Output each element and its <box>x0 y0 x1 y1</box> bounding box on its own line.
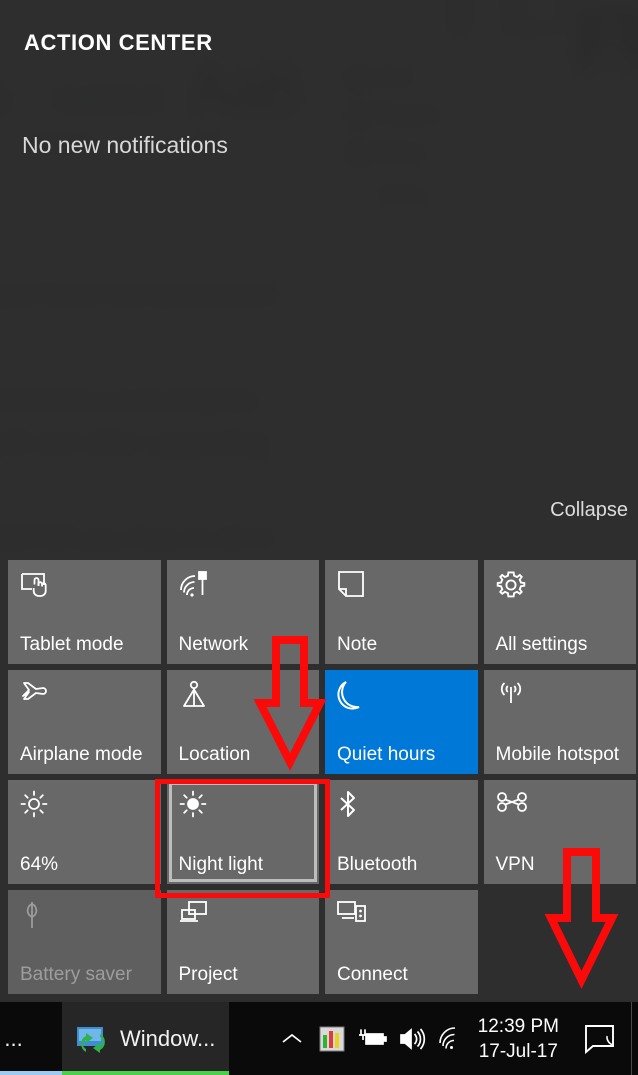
taskbar-item-windows-update[interactable]: Window... <box>62 1002 230 1075</box>
taskbar-item-underline <box>0 1071 62 1075</box>
equalizer-icon[interactable] <box>312 1002 352 1075</box>
taskbar-item-label: Window... <box>120 1025 216 1051</box>
quick-action-label: Connect <box>337 964 408 985</box>
quick-action-label: Quiet hours <box>337 744 436 765</box>
brightness-icon <box>20 790 151 824</box>
quick-action-project[interactable]: Project <box>166 890 319 994</box>
quick-action-label: Location <box>178 744 251 765</box>
quick-action-label: VPN <box>495 854 535 875</box>
clock[interactable]: 12:39 PM 17-Jul-17 <box>472 1002 571 1075</box>
screen: Sign in bCc AaBbCcC ng 1 Heading 2 Title… <box>0 0 638 1075</box>
quick-action-label: Project <box>178 964 238 985</box>
quick-action-label: Mobile hotspot <box>495 744 620 765</box>
vpn-icon <box>496 790 627 824</box>
show-desktop-button[interactable] <box>631 1002 638 1075</box>
location-person-icon <box>179 680 310 714</box>
quick-action-label: Bluetooth <box>337 854 418 875</box>
taskbar-item-label: o ... <box>0 1025 23 1051</box>
gear-icon <box>496 570 627 604</box>
quick-action-mobile-hotspot[interactable]: Mobile hotspot <box>483 670 636 774</box>
taskbar-item-0[interactable]: o ... <box>0 1002 62 1075</box>
quick-action-note[interactable]: Note <box>325 560 478 664</box>
night-light-icon <box>179 790 310 824</box>
quick-action-all-settings[interactable]: All settings <box>483 560 636 664</box>
no-notifications-message: No new notifications <box>22 132 228 158</box>
moon-icon <box>337 680 468 714</box>
chevron-up-icon[interactable] <box>272 1002 312 1075</box>
clock-time: 12:39 PM <box>477 1015 559 1037</box>
airplane-icon <box>20 680 151 714</box>
quick-action-label: 64% <box>20 854 59 875</box>
quick-action-label: Airplane mode <box>20 744 143 765</box>
leaf-battery-icon <box>20 900 151 934</box>
bluetooth-icon <box>337 790 468 824</box>
taskbar-item-underline <box>62 1071 230 1075</box>
tablet-mode-icon <box>20 570 151 604</box>
quick-action-airplane-mode[interactable]: Airplane mode <box>8 670 161 774</box>
action-center-panel: ACTION CENTER No new notifications Colla… <box>0 0 638 1002</box>
taskbar: o ... Window... <box>0 1002 638 1075</box>
quick-action-vpn[interactable]: VPN <box>483 780 636 884</box>
quick-action-brightness[interactable]: 64% <box>8 780 161 884</box>
quick-actions-grid: Tablet mode Network Note All settings Ai… <box>8 560 636 994</box>
system-tray: 12:39 PM 17-Jul-17 <box>272 1002 638 1075</box>
wifi-icon[interactable] <box>432 1002 472 1075</box>
project-screens-icon <box>179 900 310 934</box>
windows-update-icon <box>76 1025 110 1053</box>
quick-action-label: Night light <box>178 854 264 875</box>
volume-icon[interactable] <box>392 1002 432 1075</box>
page-title: ACTION CENTER <box>24 30 213 55</box>
quick-action-tablet-mode[interactable]: Tablet mode <box>8 560 161 664</box>
quick-action-label: Battery saver <box>20 964 132 985</box>
connect-device-icon <box>337 900 468 934</box>
quick-action-label: Note <box>337 634 378 655</box>
clock-date: 17-Jul-17 <box>478 1040 558 1062</box>
note-icon <box>337 570 468 604</box>
quick-action-night-light[interactable]: Night light <box>166 780 319 884</box>
collapse-link[interactable]: Collapse <box>550 499 628 522</box>
quick-action-connect[interactable]: Connect <box>325 890 478 994</box>
quick-action-location[interactable]: Location <box>166 670 319 774</box>
quick-action-label: Tablet mode <box>20 634 124 655</box>
quick-action-label: All settings <box>495 634 588 655</box>
quick-action-bluetooth[interactable]: Bluetooth <box>325 780 478 884</box>
quick-action-quiet-hours[interactable]: Quiet hours <box>325 670 478 774</box>
battery-charging-icon[interactable] <box>352 1002 392 1075</box>
quick-action-network[interactable]: Network <box>166 560 319 664</box>
action-center-button[interactable] <box>571 1002 631 1075</box>
hotspot-icon <box>496 680 627 714</box>
quick-action-label: Network <box>178 634 249 655</box>
quick-action-battery-saver[interactable]: Battery saver <box>8 890 161 994</box>
network-wifi-icon <box>179 570 310 604</box>
